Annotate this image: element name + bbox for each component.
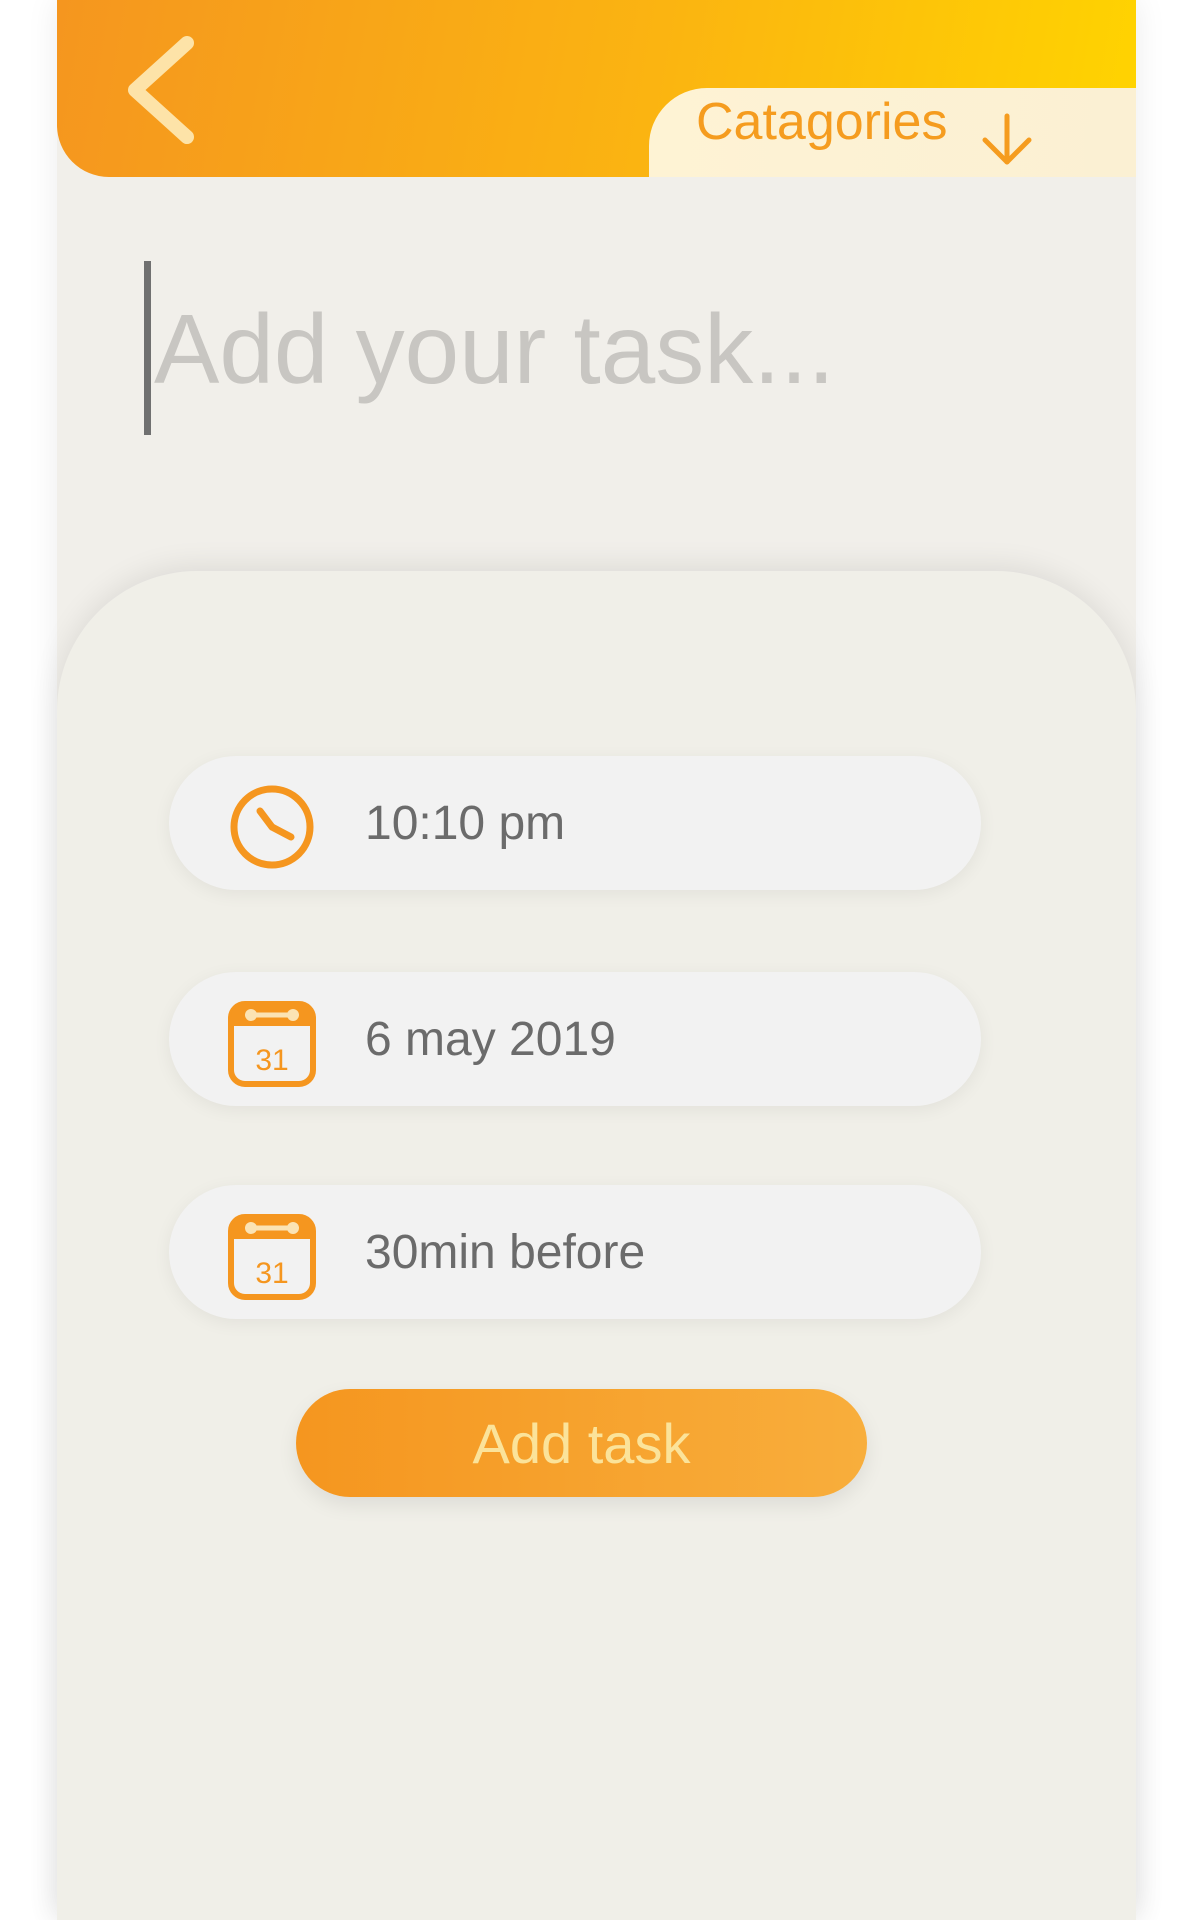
text-caret xyxy=(144,261,151,435)
add-task-button[interactable]: Add task xyxy=(296,1389,867,1497)
chevron-left-icon xyxy=(128,36,194,144)
time-picker[interactable]: 10:10 pm xyxy=(169,756,981,890)
date-label: 6 may 2019 xyxy=(365,1013,616,1066)
categories-label: Catagories xyxy=(696,93,948,151)
header-bar: Catagories xyxy=(57,0,1136,177)
calendar-icon: 31 xyxy=(228,1001,316,1087)
task-options-sheet: 10:10 pm 31 6 may 2019 31 30min before A… xyxy=(57,571,1136,1920)
date-picker[interactable]: 31 6 may 2019 xyxy=(169,972,981,1106)
time-label: 10:10 pm xyxy=(365,797,566,850)
task-input[interactable] xyxy=(154,294,1034,404)
categories-dropdown[interactable]: Catagories xyxy=(649,88,1136,177)
back-button[interactable] xyxy=(117,35,207,145)
app-screen: Catagories 10:10 pm xyxy=(57,0,1136,1920)
calendar-icon-day: 31 xyxy=(255,1044,288,1077)
clock-icon xyxy=(230,785,314,869)
arrow-down-icon xyxy=(982,113,1032,165)
reminder-picker[interactable]: 31 30min before xyxy=(169,1185,981,1319)
reminder-label: 30min before xyxy=(365,1226,646,1279)
task-input-area xyxy=(144,258,1044,438)
calendar-icon-day: 31 xyxy=(255,1257,288,1290)
calendar-icon: 31 xyxy=(228,1214,316,1300)
